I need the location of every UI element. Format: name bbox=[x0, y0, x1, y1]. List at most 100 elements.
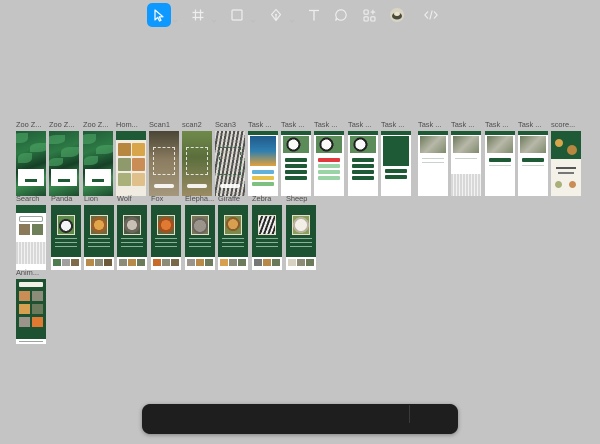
frame-thumbnail bbox=[418, 131, 448, 196]
frame-thumbnail bbox=[16, 279, 46, 344]
frame-scan2[interactable]: scan2 bbox=[182, 121, 212, 196]
frame-panda[interactable]: Panda bbox=[51, 195, 81, 270]
frame-label[interactable]: Task ... bbox=[281, 121, 314, 129]
frame-label[interactable]: Zebra bbox=[252, 195, 285, 203]
pen-nib-icon bbox=[269, 8, 283, 22]
frame-thumbnail bbox=[84, 205, 114, 270]
frame-lion[interactable]: Lion bbox=[84, 195, 114, 270]
actions-tool-button[interactable] bbox=[385, 3, 409, 27]
dev-mode-toggle-button[interactable] bbox=[419, 3, 443, 27]
frame-label[interactable]: Panda bbox=[51, 195, 84, 203]
move-tool-button[interactable] bbox=[147, 3, 171, 27]
frame-label[interactable]: Giraffe bbox=[218, 195, 251, 203]
frame-tool-button[interactable] bbox=[187, 3, 209, 27]
frame-sheep[interactable]: Sheep bbox=[286, 195, 316, 270]
frame-task-4[interactable]: Task ... bbox=[348, 121, 378, 196]
pen-tool-button[interactable] bbox=[265, 3, 287, 27]
code-brackets-icon bbox=[423, 9, 439, 21]
frame-thumbnail bbox=[286, 205, 316, 270]
cursor-arrow-icon bbox=[152, 8, 166, 22]
frame-label[interactable]: Zoo Z... bbox=[83, 121, 116, 129]
chevron-down-icon[interactable] bbox=[172, 11, 178, 23]
frame-label[interactable]: Task ... bbox=[381, 121, 414, 129]
frame-zoo-2[interactable]: Zoo Z... bbox=[49, 121, 79, 196]
frame-fox[interactable]: Fox bbox=[151, 195, 181, 270]
frame-thumbnail bbox=[485, 131, 515, 196]
frame-thumbnail bbox=[314, 131, 344, 196]
frame-label[interactable]: Hom... bbox=[116, 121, 149, 129]
bottom-toolbar bbox=[142, 404, 458, 434]
frame-thumbnail bbox=[348, 131, 378, 196]
frame-label[interactable]: Elepha... bbox=[185, 195, 218, 203]
frame-animals[interactable]: Anim... bbox=[16, 269, 46, 344]
frame-task-1[interactable]: Task ... bbox=[248, 121, 278, 196]
frame-wolf[interactable]: Wolf bbox=[117, 195, 147, 270]
text-t-icon bbox=[307, 8, 321, 22]
frame-task-2[interactable]: Task ... bbox=[281, 121, 311, 196]
toolbar-divider bbox=[409, 405, 410, 423]
frame-label[interactable]: score... bbox=[551, 121, 584, 129]
components-plus-icon bbox=[362, 8, 377, 23]
frame-score[interactable]: score... bbox=[551, 121, 581, 196]
frame-search[interactable]: Search bbox=[16, 195, 46, 270]
frame-thumbnail bbox=[16, 131, 46, 196]
frame-thumbnail bbox=[117, 205, 147, 270]
frame-thumbnail bbox=[16, 205, 46, 270]
chevron-down-icon[interactable] bbox=[250, 11, 256, 23]
frame-task-6[interactable]: Task ... bbox=[418, 121, 448, 196]
frame-task-9[interactable]: Task ... bbox=[518, 121, 548, 196]
shape-tool-button[interactable] bbox=[226, 3, 248, 27]
frame-label[interactable]: Zoo Z... bbox=[49, 121, 82, 129]
frame-thumbnail bbox=[252, 205, 282, 270]
frame-zoo-1[interactable]: Zoo Z... bbox=[16, 121, 46, 196]
frame-label[interactable]: Task ... bbox=[451, 121, 484, 129]
frame-label[interactable]: Task ... bbox=[348, 121, 381, 129]
frame-label[interactable]: Task ... bbox=[418, 121, 451, 129]
frame-label[interactable]: Fox bbox=[151, 195, 184, 203]
frame-thumbnail bbox=[518, 131, 548, 196]
comment-tool-button[interactable] bbox=[330, 3, 352, 27]
frame-thumbnail bbox=[185, 205, 215, 270]
frame-label[interactable]: Sheep bbox=[286, 195, 319, 203]
frame-label[interactable]: Anim... bbox=[16, 269, 49, 277]
actions-avatar-icon bbox=[389, 7, 405, 23]
frame-thumbnail bbox=[149, 131, 179, 196]
frame-elephant[interactable]: Elepha... bbox=[185, 195, 215, 270]
frame-task-8[interactable]: Task ... bbox=[485, 121, 515, 196]
frame-label[interactable]: Task ... bbox=[314, 121, 347, 129]
frame-label[interactable]: scan2 bbox=[182, 121, 215, 129]
frame-task-7[interactable]: Task ... bbox=[451, 121, 481, 196]
frame-zebra[interactable]: Zebra bbox=[252, 195, 282, 270]
frame-task-3[interactable]: Task ... bbox=[314, 121, 344, 196]
frame-thumbnail bbox=[182, 131, 212, 196]
chevron-down-icon[interactable] bbox=[289, 11, 295, 23]
frame-task-5[interactable]: Task ... bbox=[381, 121, 411, 196]
frame-thumbnail bbox=[49, 131, 79, 196]
frame-label[interactable]: Scan3 bbox=[215, 121, 248, 129]
rectangle-icon bbox=[230, 8, 244, 22]
frame-label[interactable]: Task ... bbox=[518, 121, 551, 129]
frame-thumbnail bbox=[215, 131, 245, 196]
frame-label[interactable]: Task ... bbox=[248, 121, 281, 129]
frame-thumbnail bbox=[248, 131, 278, 196]
frame-thumbnail bbox=[151, 205, 181, 270]
resources-tool-button[interactable] bbox=[357, 3, 381, 27]
frame-home[interactable]: Hom... bbox=[116, 121, 146, 196]
frame-giraffe[interactable]: Giraffe bbox=[218, 195, 248, 270]
comment-bubble-icon bbox=[334, 8, 348, 22]
hash-frame-icon bbox=[191, 8, 205, 22]
frame-thumbnail bbox=[451, 131, 481, 196]
frame-label[interactable]: Task ... bbox=[485, 121, 518, 129]
frame-label[interactable]: Wolf bbox=[117, 195, 150, 203]
chevron-down-icon[interactable] bbox=[211, 11, 217, 23]
frame-label[interactable]: Lion bbox=[84, 195, 117, 203]
frame-zoo-3[interactable]: Zoo Z... bbox=[83, 121, 113, 196]
text-tool-button[interactable] bbox=[303, 3, 325, 27]
frame-label[interactable]: Search bbox=[16, 195, 49, 203]
frame-thumbnail bbox=[381, 131, 411, 196]
frame-scan3[interactable]: Scan3 bbox=[215, 121, 245, 196]
frame-label[interactable]: Zoo Z... bbox=[16, 121, 49, 129]
frame-label[interactable]: Scan1 bbox=[149, 121, 182, 129]
frame-scan1[interactable]: Scan1 bbox=[149, 121, 179, 196]
frame-thumbnail bbox=[116, 131, 146, 196]
